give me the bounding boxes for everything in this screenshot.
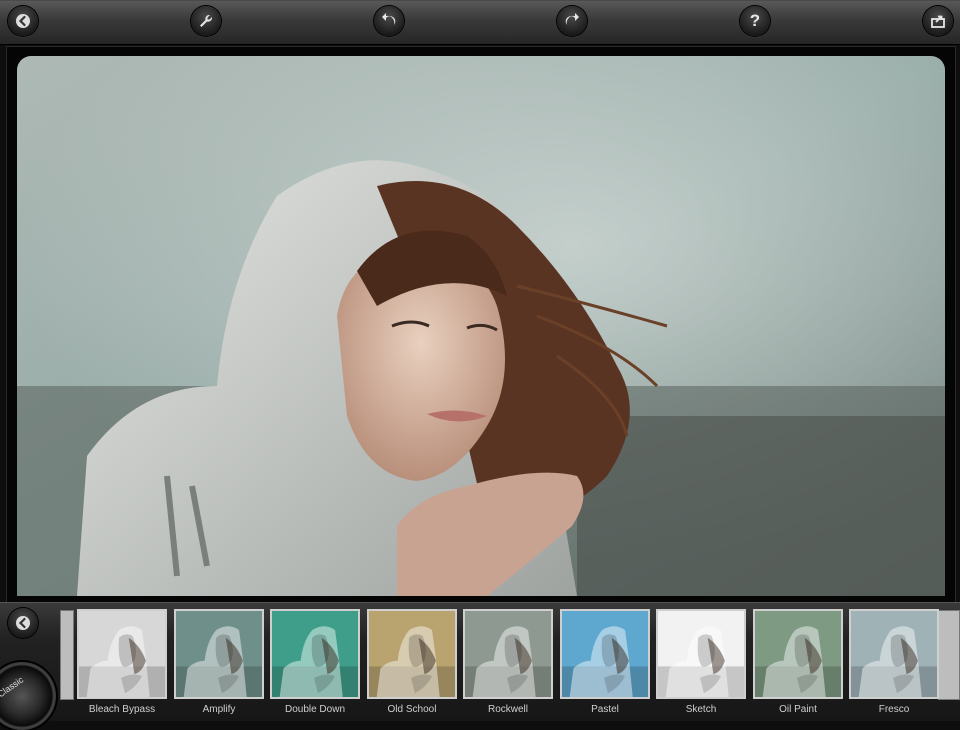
filter-label: Old School bbox=[387, 704, 437, 715]
filter-thumbnail[interactable] bbox=[753, 609, 843, 699]
filter-thumbnail[interactable] bbox=[174, 609, 264, 699]
wrench-icon[interactable] bbox=[191, 6, 221, 36]
filter-thumbnail[interactable] bbox=[77, 609, 167, 699]
top-toolbar: ? bbox=[0, 0, 960, 45]
filter-thumbnail[interactable] bbox=[367, 609, 457, 699]
filter-label: Fresco bbox=[878, 704, 910, 715]
filter-label: Sketch bbox=[685, 704, 717, 715]
dial-label: Classic bbox=[0, 674, 26, 700]
filter-thumbnail[interactable] bbox=[560, 609, 650, 699]
filter-label: Oil Paint bbox=[779, 704, 817, 715]
filter-label: Rockwell bbox=[487, 704, 528, 715]
photo-frame bbox=[6, 46, 956, 604]
filter-thumbnail[interactable] bbox=[656, 609, 746, 699]
filter-thumbnail[interactable] bbox=[270, 609, 360, 699]
filter-thumbnail[interactable] bbox=[849, 609, 939, 699]
redo-icon[interactable] bbox=[557, 6, 587, 36]
photo-canvas[interactable] bbox=[17, 56, 945, 596]
filter-thumb-partial-left[interactable] bbox=[60, 610, 74, 700]
filter-thumb-partial-right[interactable] bbox=[938, 610, 960, 700]
help-glyph: ? bbox=[749, 11, 761, 30]
chevron-left-icon[interactable] bbox=[8, 608, 38, 638]
filter-label: Pastel bbox=[591, 704, 619, 715]
filter-label: Bleach Bypass bbox=[88, 704, 156, 715]
help-icon[interactable]: ? bbox=[740, 6, 770, 36]
undo-icon[interactable] bbox=[374, 6, 404, 36]
back-icon[interactable] bbox=[8, 6, 38, 36]
filter-thumbnail[interactable] bbox=[463, 609, 553, 699]
share-icon[interactable] bbox=[923, 6, 953, 36]
filter-label: Amplify bbox=[202, 704, 236, 715]
filter-label: Double Down bbox=[284, 704, 346, 715]
